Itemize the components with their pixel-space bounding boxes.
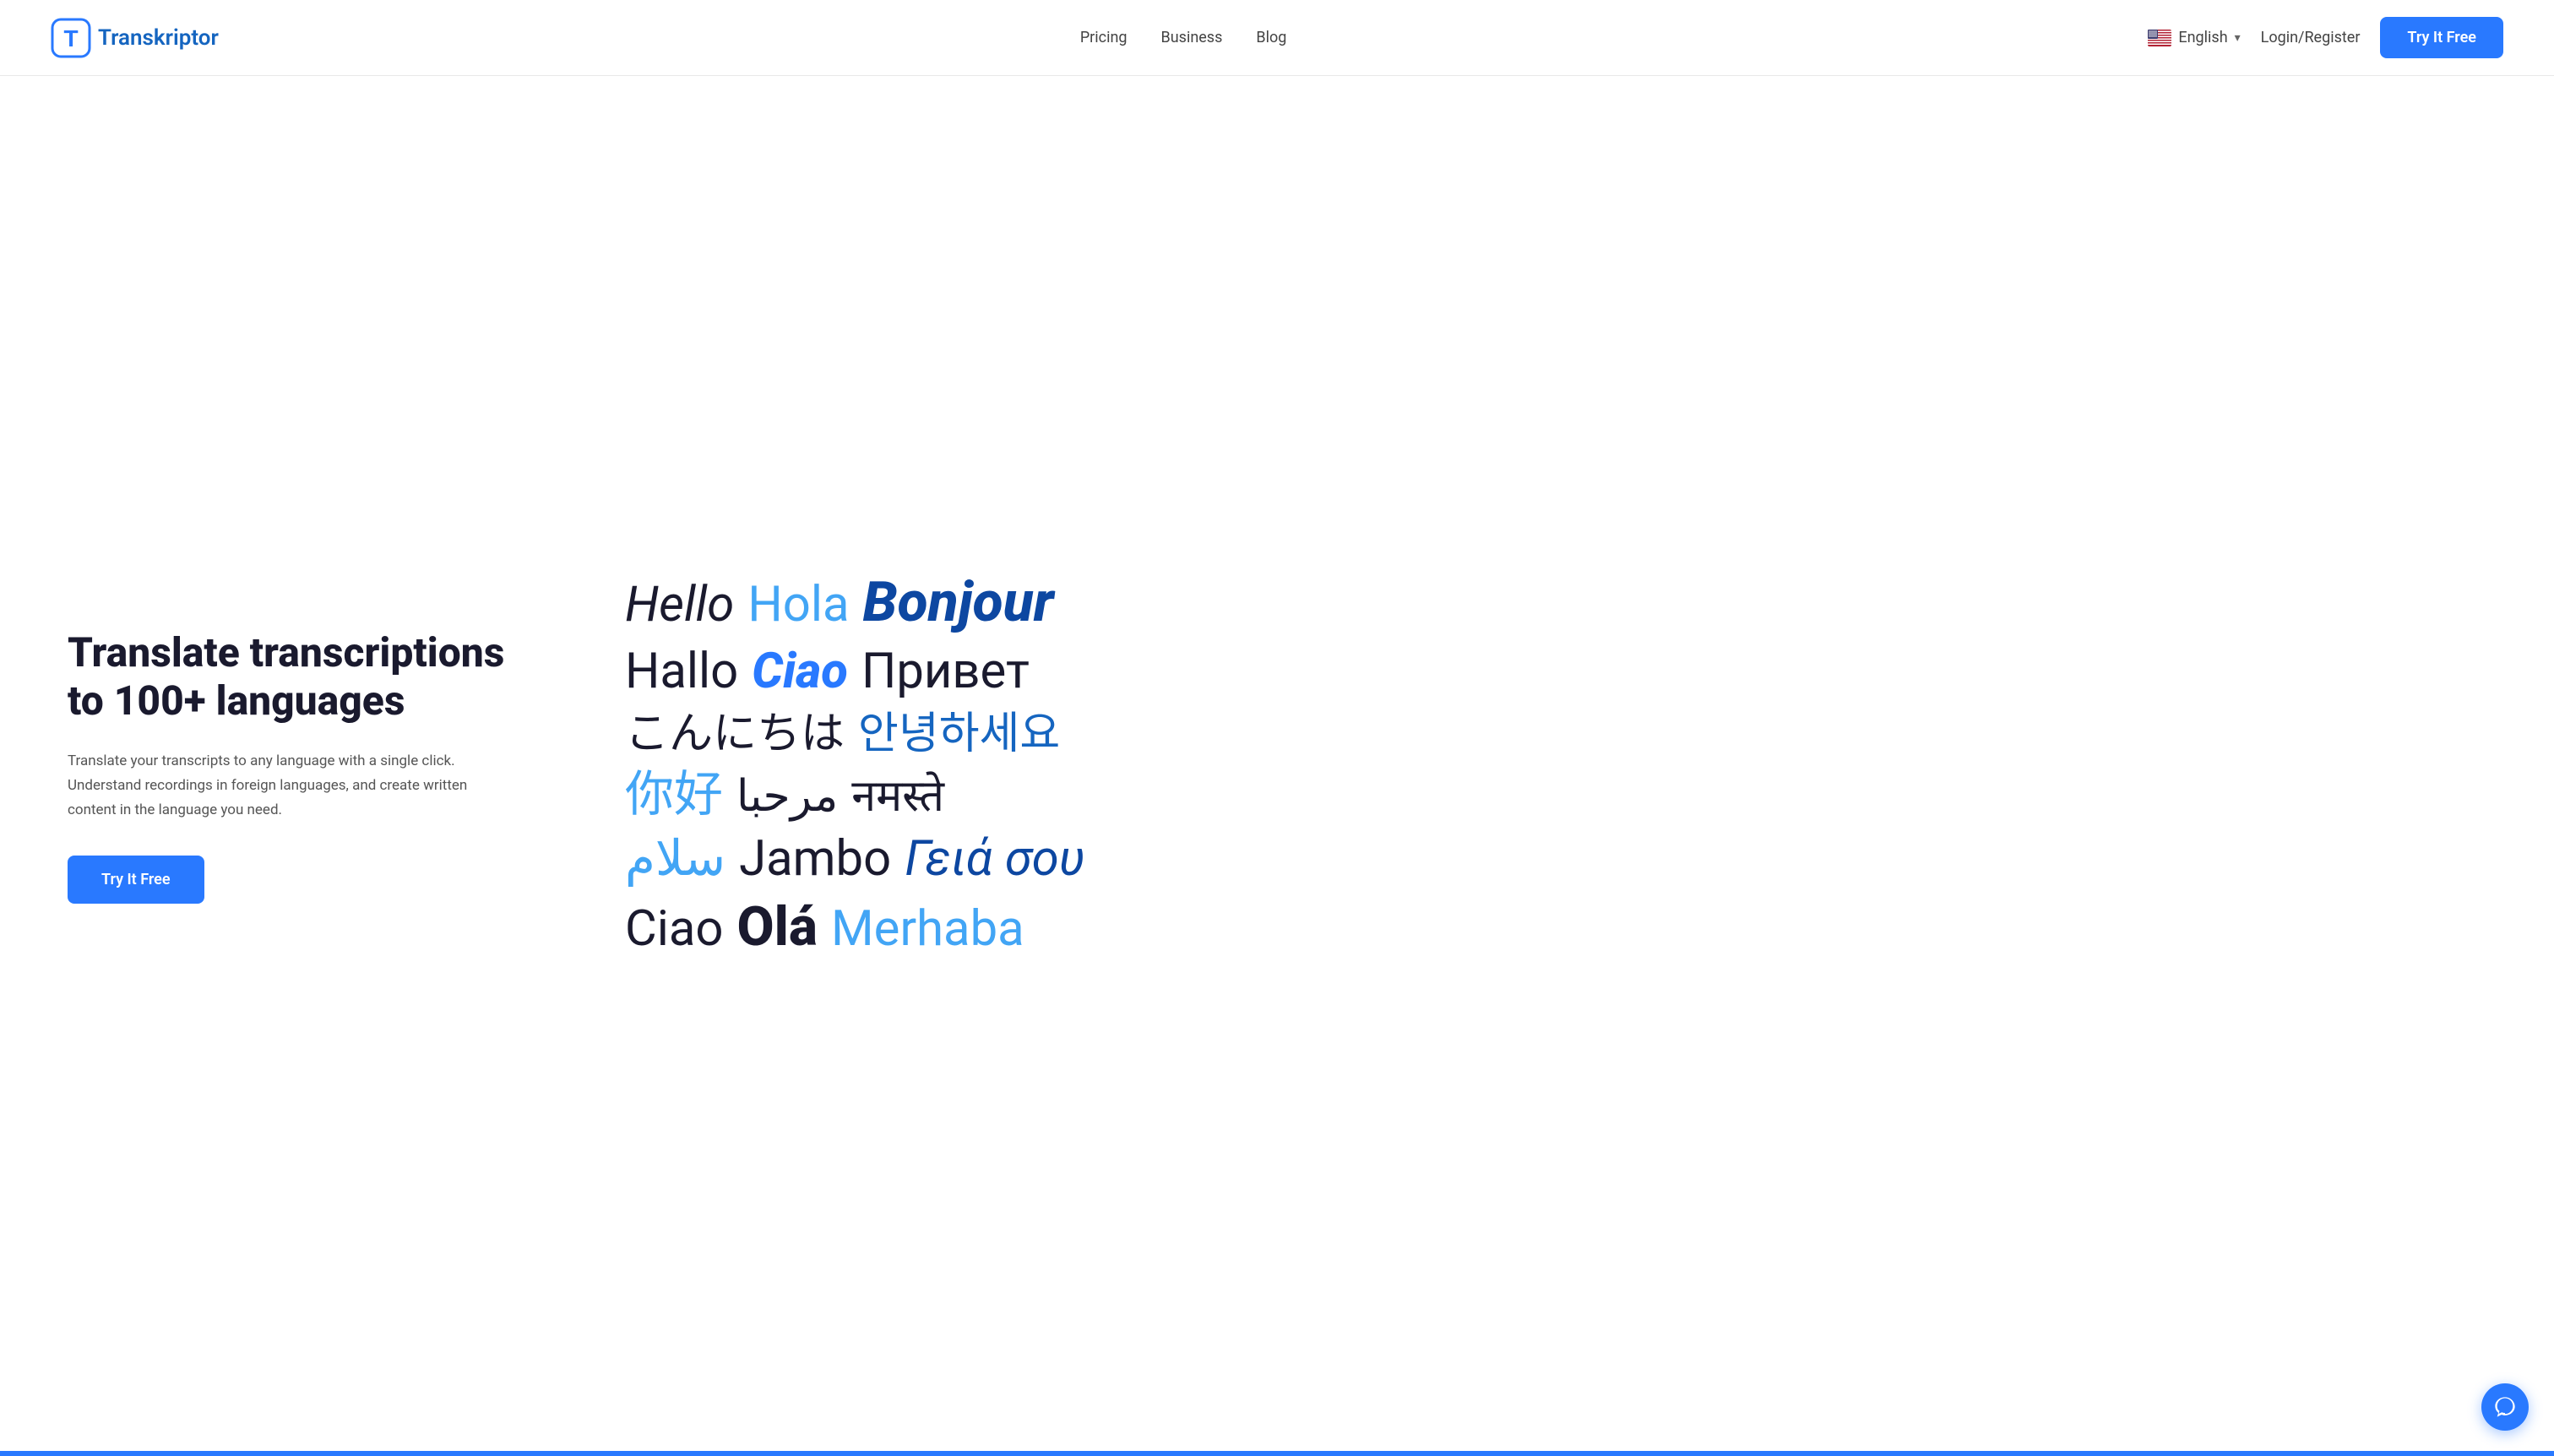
lang-row-2: Hallo Ciao Привет [625,641,1085,703]
lang-konnichiwa: こんにちは [625,706,845,761]
navbar: T Transkriptor Pricing Business Blog [0,0,2554,76]
logo-link[interactable]: T Transkriptor [51,18,219,58]
lang-merhaba: Merhaba [831,899,1024,960]
hero-title: Translate transcriptions to 100+ languag… [68,628,524,725]
lang-privet: Привет [861,641,1030,703]
lang-row-6: Ciao Olá Merhaba [625,894,1085,961]
lang-ola: Olá [736,894,818,961]
chevron-down-icon: ▾ [2235,31,2241,45]
nav-links: Pricing Business Blog [1080,29,1287,46]
hero-try-free-button[interactable]: Try It Free [68,856,204,904]
nav-business[interactable]: Business [1161,29,1223,46]
lang-jambo: Jambo [739,829,891,890]
lang-marhaba: مرحبا [736,769,838,823]
logo-text: Transkriptor [98,25,219,51]
lang-namaste: नमस्ते [851,769,944,823]
lang-row-4: 你好 مرحبا नमस्ते [625,764,1085,826]
svg-text:T: T [63,25,78,52]
lang-row-1: Hello Hola Bonjour [625,568,1085,638]
lang-ciao: Ciao [625,899,723,960]
language-cloud: Hello Hola Bonjour Hallo Ciao Привет こんに… [625,568,1085,964]
lang-hallo: Hallo [625,641,738,703]
chat-icon [2493,1395,2517,1419]
logo-icon: T [51,18,91,58]
chat-bubble[interactable] [2481,1383,2529,1431]
language-selector[interactable]: English ▾ [2148,29,2240,46]
hero-right: Hello Hola Bonjour Hallo Ciao Привет こんに… [591,568,2486,964]
hero-description: Translate your transcripts to any langua… [68,749,507,823]
bottom-bar [0,1451,2554,1456]
login-register-link[interactable]: Login/Register [2261,29,2361,46]
lang-yiasou: Γειά σου [905,829,1084,890]
lang-annyeong: 안녕하세요 [858,706,1060,761]
nav-blog[interactable]: Blog [1256,29,1286,46]
lang-nihao: 你好 [625,764,723,826]
lang-hola: Hola [747,574,849,636]
hero-left: Translate transcriptions to 100+ languag… [68,628,557,905]
language-label: English [2178,29,2227,46]
nav-pricing[interactable]: Pricing [1080,29,1128,46]
lang-row-3: こんにちは 안녕하세요 [625,706,1085,761]
flag-icon [2148,30,2171,46]
lang-row-5: سلام Jambo Γειά σου [625,829,1085,890]
try-it-free-nav-button[interactable]: Try It Free [2380,17,2503,58]
lang-ciao-it: Ciao [752,641,848,703]
nav-right: English ▾ Login/Register Try It Free [2148,17,2503,58]
lang-hello: Hello [625,574,734,636]
hero-section: Translate transcriptions to 100+ languag… [0,76,2554,1456]
lang-bonjour: Bonjour [863,568,1054,638]
lang-salam: سلام [625,829,725,890]
